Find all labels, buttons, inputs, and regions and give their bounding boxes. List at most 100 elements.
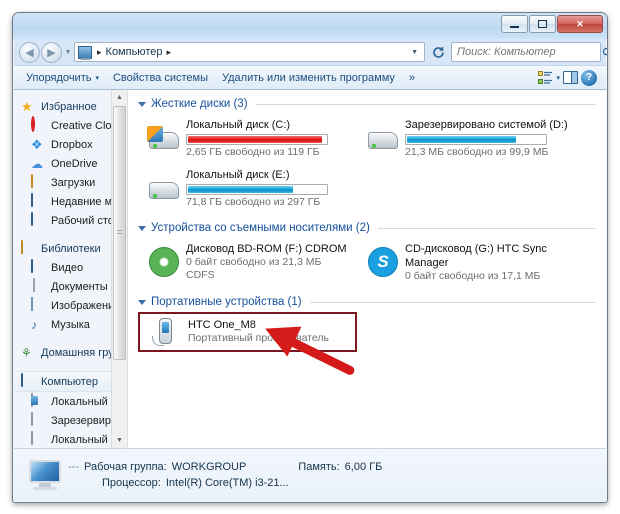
group-header-portable-devices[interactable]: Портативные устройства (1) [138,296,596,308]
drive-capacity-text: 2,65 ГБ свободно из 119 ГБ [186,146,320,158]
libraries-icon [21,239,37,257]
refresh-button[interactable] [428,42,448,62]
device-tile-cd-g[interactable]: S CD-дисковод (G:) HTC Sync Manager 0 ба… [357,238,576,286]
navigation-scrollbar[interactable]: ▲ ▼ [111,90,127,448]
navigation-pane: ★ Избранное Creative Cloud Fi ❖ Dropbox … [14,90,128,448]
hdd-icon [31,430,47,448]
group-divider [377,227,596,229]
sidebar-label: Загрузки [51,176,96,189]
device-tile-htc-one-m8[interactable]: HTC One_M8 Портативный проигрыватель [138,312,357,352]
removable-devices-list: Дисковод BD-ROM (F:) CDROM 0 байт свобод… [138,238,596,288]
group-title: Портативные устройства (1) [151,296,302,308]
search-icon [602,47,607,55]
breadcrumb-separator-2[interactable]: ▸ [162,47,175,58]
sidebar-label: Изображения [51,299,121,312]
drive-tile-e[interactable]: Локальный диск (E:) 71,8 ГБ свободно из … [138,164,357,212]
group-header-removable-devices[interactable]: Устройства со съемными носителями (2) [138,222,596,234]
minimize-button[interactable] [501,15,528,33]
chevron-down-icon: ▾ [95,74,99,82]
system-properties-label: Свойства системы [112,71,208,84]
uninstall-change-program-button[interactable]: Удалить или изменить программу [215,69,402,87]
capacity-bar [405,134,547,145]
system-drive-icon [142,117,186,159]
details-line-1: --- Рабочая группа: WORKGROUP Память: 6,… [68,459,596,475]
window-body: ★ Избранное Creative Cloud Fi ❖ Dropbox … [14,90,606,448]
device-tile-bd-rom-f[interactable]: Дисковод BD-ROM (F:) CDROM 0 байт свобод… [138,238,357,286]
maximize-button[interactable] [529,15,556,33]
capacity-bar-fill [188,136,322,143]
sidebar-label: Рабочий стол [51,214,121,227]
details-text: --- Рабочая группа: WORKGROUP Память: 6,… [68,459,596,491]
group-title: Устройства со съемными носителями (2) [151,222,370,234]
scrollbar-thumb[interactable] [113,106,126,360]
device-name: HTC One_M8 [188,319,256,331]
toolbar-right-group: ▾ ? [538,69,601,86]
scroll-up-arrow-icon[interactable]: ▲ [112,90,127,105]
collapse-triangle-icon[interactable] [138,101,146,107]
drive-name: Локальный диск (C:) [186,119,291,131]
drive-name: Локальный диск (E:) [186,169,290,181]
pictures-library-icon [31,296,47,314]
processor-label: Процессор: [102,477,161,489]
details-pane: --- Рабочая группа: WORKGROUP Память: 6,… [14,448,606,501]
sidebar-label: Видео [51,261,84,274]
memory-label: Память: [298,461,340,473]
toolbar-overflow-button[interactable]: » [402,69,422,87]
drive-tile-d[interactable]: Зарезервировано системой (D:) 21,3 МБ св… [357,114,576,162]
group-header-hard-drives[interactable]: Жесткие диски (3) [138,98,596,110]
system-properties-button[interactable]: Свойства системы [106,69,215,87]
preview-pane-button[interactable] [563,71,578,84]
group-divider [309,301,596,303]
close-button[interactable]: ✕ [557,15,603,33]
collapse-triangle-icon[interactable] [138,225,146,231]
details-dashes: --- [68,461,79,473]
htc-sync-icon: S [361,241,405,283]
hard-drive-icon [361,117,405,159]
breadcrumb-separator-1[interactable]: ▸ [93,47,106,58]
creative-cloud-icon [31,115,47,134]
explorer-window: ✕ ◀ ▶ ▼ ▸ Компьютер ▸ ▼ Поиск: Компьютер… [12,12,608,503]
address-bar[interactable]: ▸ Компьютер ▸ ▼ [74,42,425,62]
group-divider [255,103,596,105]
organize-button[interactable]: Упорядочить ▾ [19,69,106,87]
documents-library-icon [31,277,47,295]
address-bar-row: ◀ ▶ ▼ ▸ Компьютер ▸ ▼ [13,39,607,65]
refresh-icon [432,46,444,58]
overflow-chevrons-icon: » [408,71,416,84]
title-bar[interactable]: ✕ [13,13,607,39]
drive-capacity-text: 21,3 МБ свободно из 99,9 МБ [405,146,549,158]
view-dropdown-icon[interactable]: ▾ [556,74,560,82]
workgroup-label: Рабочая группа: [84,461,167,473]
back-button[interactable]: ◀ [19,41,40,63]
address-dropdown-icon[interactable]: ▼ [407,49,422,56]
hdd-icon [31,411,47,429]
search-input[interactable] [455,45,602,59]
device-capacity-text: 0 байт свободно из 21,3 МБ [186,256,322,268]
portable-devices-list: HTC One_M8 Портативный проигрыватель [138,312,596,354]
sidebar-label: Компьютер [41,375,98,388]
sidebar-label: Документы [51,280,108,293]
processor-value: Intel(R) Core(TM) i3-21... [165,477,289,489]
change-view-button[interactable] [538,70,553,85]
capacity-bar [186,134,328,145]
computer-icon [21,372,37,390]
search-box[interactable] [451,42,607,62]
music-library-icon: ♪ [31,317,37,332]
device-capacity-text: 0 байт свободно из 17,1 МБ [405,270,541,282]
scroll-down-arrow-icon[interactable]: ▼ [112,433,127,448]
drive-tile-c[interactable]: Локальный диск (C:) 2,65 ГБ свободно из … [138,114,357,162]
collapse-triangle-icon[interactable] [138,299,146,305]
sidebar-label: Dropbox [51,138,93,151]
computer-icon [78,45,92,60]
device-type-text: Портативный проигрыватель [188,332,329,344]
memory-value: 6,00 ГБ [344,461,383,473]
recent-pages-dropdown-icon[interactable]: ▼ [62,49,74,56]
breadcrumb-computer[interactable]: Компьютер [106,46,163,58]
video-library-icon [31,258,47,276]
view-list-icon [538,70,553,84]
capacity-bar-fill [407,136,517,143]
group-title: Жесткие диски (3) [151,98,248,110]
forward-button[interactable]: ▶ [41,41,62,63]
computer-monitor-icon [24,460,68,490]
help-button[interactable]: ? [581,69,597,86]
